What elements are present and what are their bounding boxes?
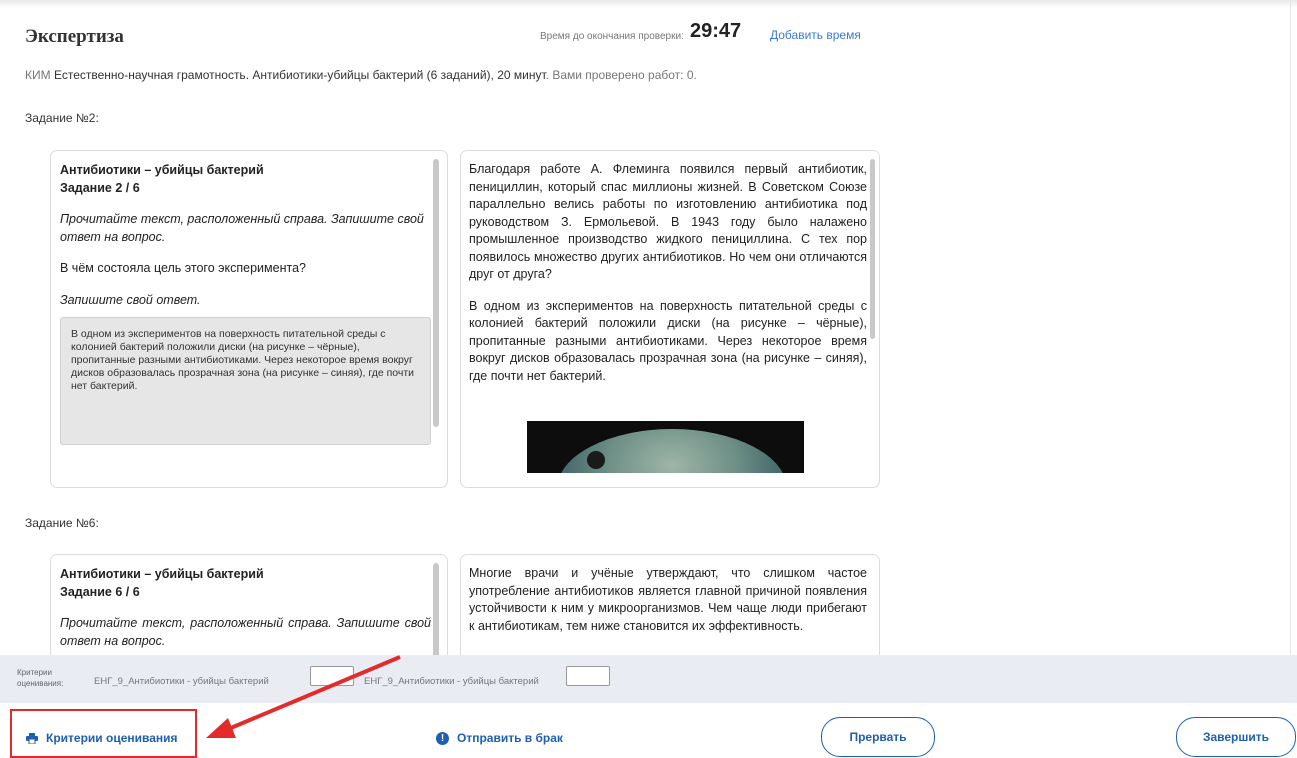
add-time-link[interactable]: Добавить время <box>770 28 861 42</box>
timer-value: 29:47 <box>690 20 742 42</box>
kim-prefix: КИМ <box>25 68 51 82</box>
task2-instruction: Прочитайте текст, расположенный справа. … <box>60 212 424 244</box>
task2-question-scrollbar[interactable] <box>433 159 439 427</box>
reject-link[interactable]: ! Отправить в брак <box>436 731 563 745</box>
criteria-score-input-1[interactable] <box>310 666 354 686</box>
task2-answer-prompt: Запишите свой ответ. <box>60 292 201 307</box>
task6-heading: Задание №6: <box>25 516 99 530</box>
task2-subtitle: Задание 2 / 6 <box>60 181 140 195</box>
finish-button[interactable]: Завершить <box>1176 717 1296 757</box>
antibiotic-disk <box>587 451 605 469</box>
petri-dish-image <box>527 421 804 473</box>
task6-subtitle: Задание 6 / 6 <box>60 585 140 599</box>
right-divider <box>1290 0 1291 655</box>
reject-link-label: Отправить в брак <box>457 731 563 745</box>
criteria-item-1: ЕНГ_9_Антибиотики - убийцы бактерий <box>94 676 269 687</box>
kim-info: КИМ Естественно-научная грамотность. Ант… <box>25 68 697 82</box>
task2-text-p1: Благодаря работе А. Флеминга появился пе… <box>469 162 867 281</box>
task2-text-scrollbar[interactable] <box>870 159 875 339</box>
task2-question: В чём состояла цель этого эксперимента? <box>60 261 306 275</box>
criteria-label: Критерии оценивания: <box>17 668 64 688</box>
kim-name: Естественно-научная грамотность. Антибио… <box>53 68 546 82</box>
task2-heading: Задание №2: <box>25 111 99 125</box>
criteria-item-2: ЕНГ_9_Антибиотики - убийцы бактерий <box>364 676 539 687</box>
task2-question-card: Антибиотики – убийцы бактерий Задание 2 … <box>50 150 448 488</box>
task6-text-p1: Многие врачи и учёные утверждают, что сл… <box>469 566 867 633</box>
task2-text-card: Благодаря работе А. Флеминга появился пе… <box>460 150 880 488</box>
task2-answer-box[interactable]: В одном из экспериментов на поверхность … <box>60 317 431 445</box>
top-shadow <box>0 0 1297 8</box>
abort-button[interactable]: Прервать <box>821 717 935 757</box>
criteria-bar: Критерии оценивания: ЕНГ_9_Антибиотики -… <box>0 655 1297 703</box>
alert-icon: ! <box>436 731 449 745</box>
kim-checked: . Вами проверено работ: 0. <box>545 68 697 82</box>
page-title: Экспертиза <box>25 26 124 47</box>
task2-text-p2: В одном из экспериментов на поверхность … <box>469 298 867 383</box>
highlight-box <box>10 709 197 758</box>
task6-title: Антибиотики – убийцы бактерий <box>60 567 264 581</box>
timer-label: Время до окончания проверки: <box>540 31 684 42</box>
task2-title: Антибиотики – убийцы бактерий <box>60 163 264 177</box>
criteria-score-input-2[interactable] <box>566 666 610 686</box>
task6-instruction: Прочитайте текст, расположенный справа. … <box>60 616 431 648</box>
